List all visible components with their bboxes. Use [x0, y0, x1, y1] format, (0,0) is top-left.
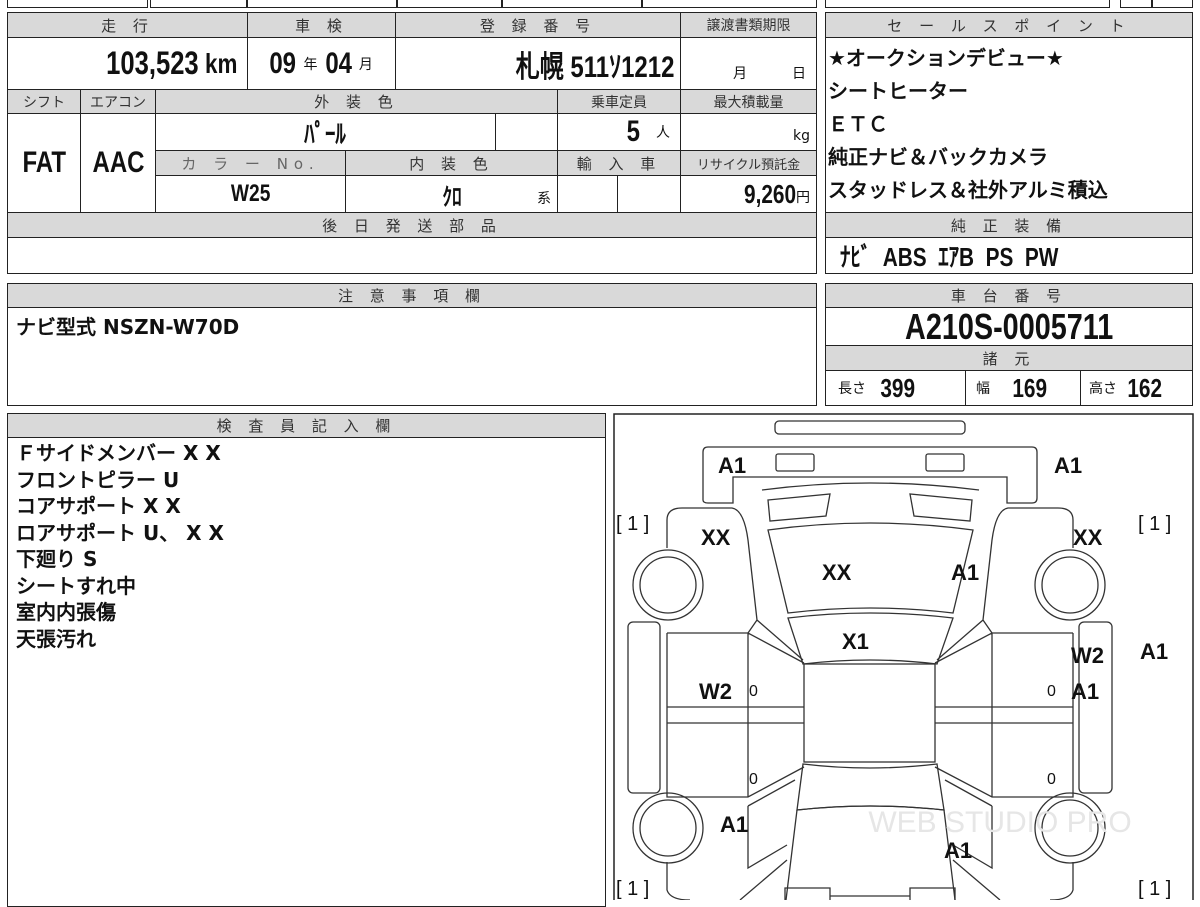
mark-windshield: X1 — [842, 629, 869, 654]
mark-quarter-rl: A1 — [720, 812, 748, 837]
mark-hood-left: XX — [822, 560, 852, 585]
mark-fender-fr: XX — [1073, 525, 1103, 550]
mark-front-left-corner: A1 — [718, 453, 746, 478]
mark-hood-right: A1 — [951, 560, 979, 585]
car-damage-diagram: WEB STUDIO PRO A1 A1 [ 1 ] [ 1 ] XX XX X… — [613, 413, 1194, 900]
mark-zero-fl: 0 — [749, 683, 758, 700]
watermark: WEB STUDIO PRO — [868, 806, 1131, 839]
mark-door-fr: W2 — [1071, 643, 1104, 668]
mark-bracket-rl: [ 1 ] — [616, 878, 649, 900]
mark-zero-fr: 0 — [1047, 683, 1056, 700]
mark-fender-fl: XX — [701, 525, 731, 550]
mark-door-fl: W2 — [699, 679, 732, 704]
mark-bracket-fr: [ 1 ] — [1138, 513, 1171, 535]
mark-front-right-corner: A1 — [1054, 453, 1082, 478]
mark-bracket-fl: [ 1 ] — [616, 513, 649, 535]
mark-zero-rr: 0 — [1047, 771, 1056, 788]
mark-mirror-r: A1 — [1140, 639, 1168, 664]
mark-zero-rl: 0 — [749, 771, 758, 788]
mark-door-fr-lower: A1 — [1071, 679, 1099, 704]
mark-bracket-rr: [ 1 ] — [1138, 878, 1171, 900]
mark-rear: A1 — [944, 838, 972, 863]
